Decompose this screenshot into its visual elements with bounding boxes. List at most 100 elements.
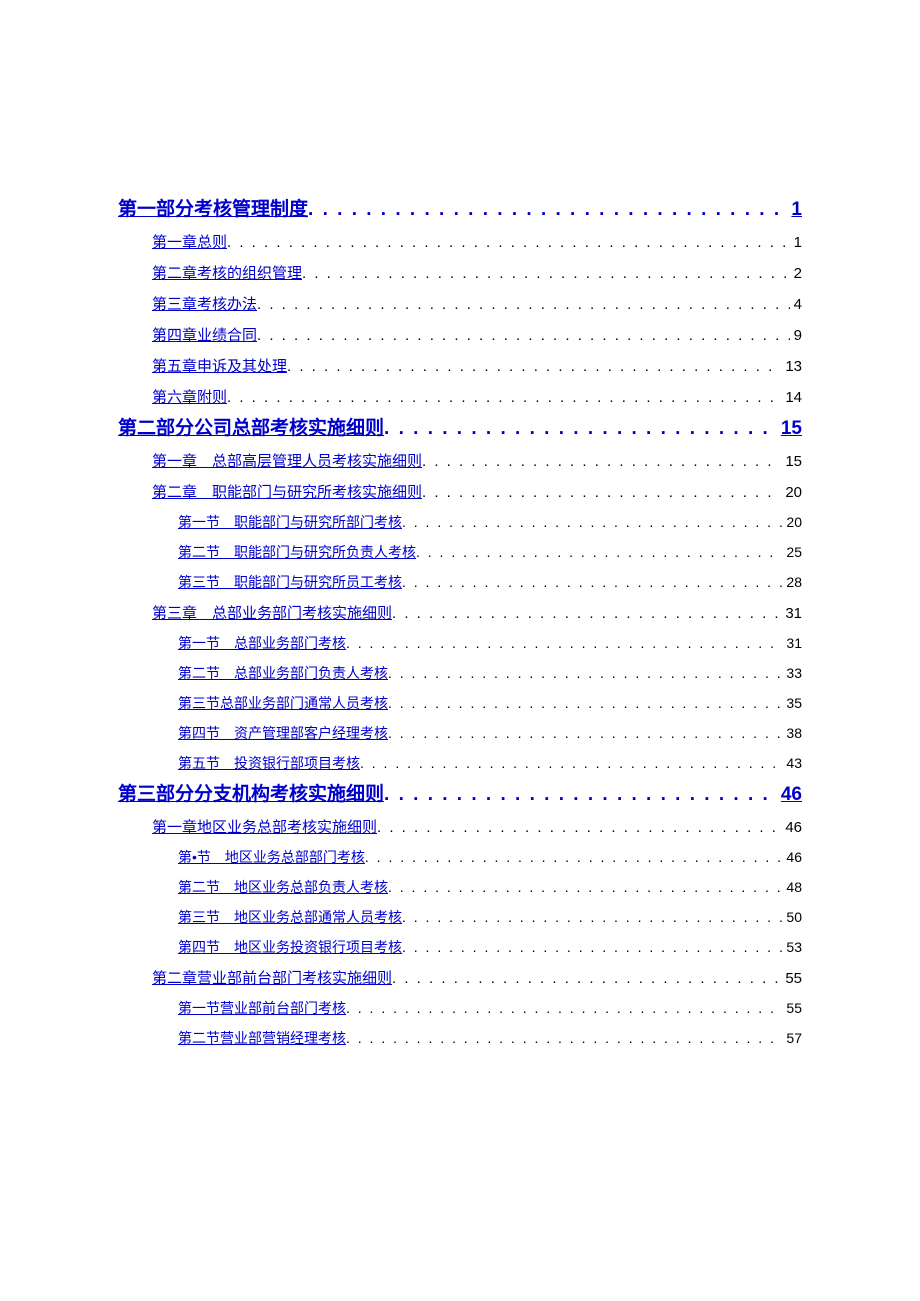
toc-page-number: 9 <box>790 327 802 344</box>
toc-page-number: 4 <box>790 296 802 313</box>
toc-entry: 第一章 总部高层管理人员考核实施细则 15 <box>152 450 802 471</box>
toc-leader-dots <box>308 199 787 221</box>
toc-leader-dots <box>227 389 781 406</box>
toc-page-number: 46 <box>782 849 802 865</box>
toc-link[interactable]: 第三节 职能部门与研究所员工考核 <box>178 572 402 592</box>
toc-leader-dots <box>227 234 790 251</box>
toc-leader-dots <box>402 514 782 530</box>
toc-page-number: 33 <box>782 665 802 681</box>
toc-page-number: 1 <box>790 234 802 251</box>
toc-leader-dots <box>384 418 777 440</box>
toc-entry: 第二节 总部业务部门负责人考核 33 <box>178 663 802 683</box>
toc-entry: 第二节 地区业务总部负责人考核 48 <box>178 877 802 897</box>
toc-link[interactable]: 第•节 地区业务总部部门考核 <box>178 847 365 867</box>
toc-entry: 第一章地区业务总部考核实施细则46 <box>152 816 802 837</box>
toc-leader-dots <box>402 909 782 925</box>
toc-link[interactable]: 第一节营业部前台部门考核 <box>178 998 346 1018</box>
toc-leader-dots <box>257 327 790 344</box>
toc-link[interactable]: 第三部分分支机构考核实施细则 <box>118 779 384 806</box>
toc-link[interactable]: 第五章申诉及其处理 <box>152 355 287 376</box>
toc-link[interactable]: 第一节 职能部门与研究所部门考核 <box>178 512 402 532</box>
toc-link[interactable]: 第二章 职能部门与研究所考核实施细则 <box>152 481 422 502</box>
toc-entry: 第二节 职能部门与研究所负责人考核25 <box>178 542 802 562</box>
toc-page-number: 55 <box>782 1000 802 1016</box>
toc-page-number: 2 <box>790 265 802 282</box>
toc-entry: 第一章总则 1 <box>152 231 802 252</box>
toc-page-number: 50 <box>782 909 802 925</box>
toc-entry: 第一节 职能部门与研究所部门考核 20 <box>178 512 802 532</box>
toc-entry: 第三节 职能部门与研究所员工考核 28 <box>178 572 802 592</box>
toc-page-number: 31 <box>781 605 802 622</box>
toc-page-number: 20 <box>782 514 802 530</box>
toc-page-number: 48 <box>782 879 802 895</box>
toc-leader-dots <box>302 265 790 282</box>
toc-link[interactable]: 第一部分考核管理制度 <box>118 194 308 221</box>
toc-page-number: 15 <box>777 418 802 440</box>
toc-link[interactable]: 第二节 地区业务总部负责人考核 <box>178 877 388 897</box>
toc-link[interactable]: 第一节 总部业务部门考核 <box>178 633 346 653</box>
toc-link[interactable]: 第五节 投资银行部项目考核 <box>178 753 360 773</box>
toc-link[interactable]: 第二节 职能部门与研究所负责人考核 <box>178 542 416 562</box>
toc-page-number: 38 <box>782 725 802 741</box>
toc-page-number: 55 <box>781 970 802 987</box>
toc-link[interactable]: 第三节总部业务部门通常人员考核 <box>178 693 388 713</box>
toc-entry: 第一节营业部前台部门考核 55 <box>178 998 802 1018</box>
toc-link[interactable]: 第一章 总部高层管理人员考核实施细则 <box>152 450 422 471</box>
toc-leader-dots <box>402 574 782 590</box>
toc-page-number: 31 <box>782 635 802 651</box>
toc-link[interactable]: 第二节 总部业务部门负责人考核 <box>178 663 388 683</box>
toc-link[interactable]: 第三节 地区业务总部通常人员考核 <box>178 907 402 927</box>
toc-link[interactable]: 第三章考核办法 <box>152 293 257 314</box>
toc-link[interactable]: 第二章营业部前台部门考核实施细则 <box>152 967 392 988</box>
toc-leader-dots <box>402 939 782 955</box>
toc-leader-dots <box>388 879 782 895</box>
toc-entry: 第二节营业部营销经理考核 57 <box>178 1028 802 1048</box>
toc-entry: 第一部分考核管理制度1 <box>118 194 802 221</box>
toc-entry: 第四节 资产管理部客户经理考核 38 <box>178 723 802 743</box>
toc-page-number: 15 <box>781 453 802 470</box>
toc-link[interactable]: 第二章考核的组织管理 <box>152 262 302 283</box>
toc-leader-dots <box>360 755 782 771</box>
toc-leader-dots <box>346 1030 782 1046</box>
toc-entry: 第•节 地区业务总部部门考核 46 <box>178 847 802 867</box>
toc-leader-dots <box>388 725 782 741</box>
toc-entry: 第四章业绩合同 9 <box>152 324 802 345</box>
toc-entry: 第五章申诉及其处理13 <box>152 355 802 376</box>
toc-entry: 第一节 总部业务部门考核 31 <box>178 633 802 653</box>
toc-page-number: 20 <box>781 484 802 501</box>
toc-page-number: 53 <box>782 939 802 955</box>
toc-leader-dots <box>388 665 782 681</box>
toc-link[interactable]: 第四章业绩合同 <box>152 324 257 345</box>
toc-link[interactable]: 第二部分公司总部考核实施细则 <box>118 413 384 440</box>
toc-link[interactable]: 第四节 地区业务投资银行项目考核 <box>178 937 402 957</box>
toc-link[interactable]: 第四节 资产管理部客户经理考核 <box>178 723 388 743</box>
toc-link[interactable]: 第一章总则 <box>152 231 227 252</box>
toc-entry: 第四节 地区业务投资银行项目考核 53 <box>178 937 802 957</box>
toc-entry: 第三节总部业务部门通常人员考核35 <box>178 693 802 713</box>
toc-page-number: 57 <box>782 1030 802 1046</box>
toc-page-number: 43 <box>782 755 802 771</box>
toc-link[interactable]: 第六章附则 <box>152 386 227 407</box>
toc-leader-dots <box>377 819 781 836</box>
toc-page-number: 28 <box>782 574 802 590</box>
toc-link[interactable]: 第二节营业部营销经理考核 <box>178 1028 346 1048</box>
toc-entry: 第二章 职能部门与研究所考核实施细则 20 <box>152 481 802 502</box>
toc-leader-dots <box>287 358 781 375</box>
toc-leader-dots <box>346 635 782 651</box>
toc-leader-dots <box>384 784 777 806</box>
toc-page: 第一部分考核管理制度1 第一章总则 1 第二章考核的组织管理 2 第三章考核办法 4 第四章业… <box>0 0 920 1114</box>
toc-leader-dots <box>388 695 782 711</box>
toc-entry: 第三章考核办法 4 <box>152 293 802 314</box>
toc-entry: 第二章营业部前台部门考核实施细则 55 <box>152 967 802 988</box>
toc-leader-dots <box>392 605 781 622</box>
toc-entry: 第二部分公司总部考核实施细则 15 <box>118 413 802 440</box>
toc-entry: 第三部分分支机构考核实施细则46 <box>118 779 802 806</box>
toc-entry: 第三节 地区业务总部通常人员考核 50 <box>178 907 802 927</box>
toc-leader-dots <box>346 1000 782 1016</box>
toc-entry: 第五节 投资银行部项目考核 43 <box>178 753 802 773</box>
toc-link[interactable]: 第一章地区业务总部考核实施细则 <box>152 816 377 837</box>
toc-leader-dots <box>365 849 783 865</box>
toc-link[interactable]: 第三章 总部业务部门考核实施细则 <box>152 602 392 623</box>
toc-page-number: 14 <box>781 389 802 406</box>
toc-leader-dots <box>422 453 781 470</box>
